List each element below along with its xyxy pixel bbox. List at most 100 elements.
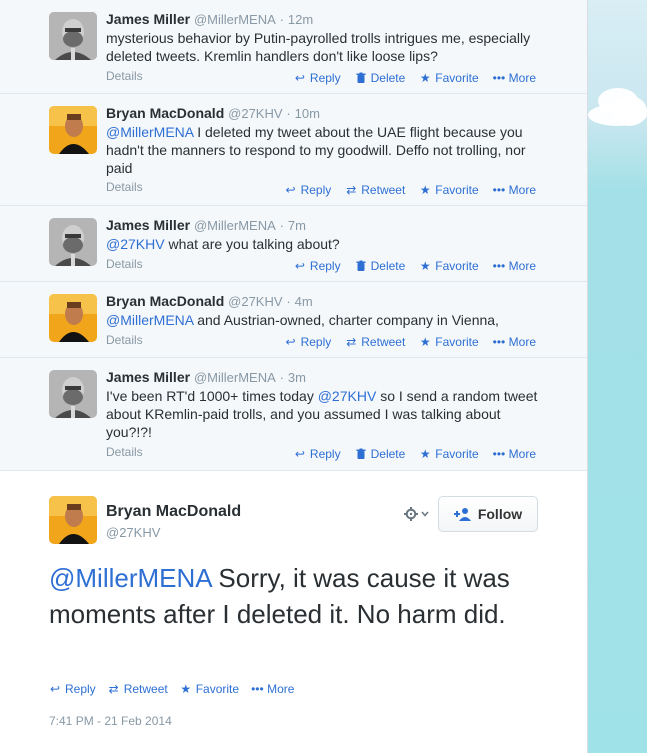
favorite-label: Favorite bbox=[435, 259, 479, 273]
retweet-icon: ⇄ bbox=[346, 335, 357, 349]
reply-tweet[interactable]: Bryan MacDonald @27KHV · 4m @MillerMENA … bbox=[0, 282, 587, 358]
avatar-bryan-macdonald[interactable] bbox=[49, 496, 97, 544]
tweet-actions: ↩ Reply ⇄ Retweet ★ Favorite ••• More bbox=[285, 335, 536, 349]
tweet-time[interactable]: 12m bbox=[288, 12, 313, 27]
author-handle[interactable]: @MillerMENA bbox=[194, 12, 276, 27]
retweet-icon: ⇄ bbox=[108, 682, 119, 696]
reply-icon: ↩ bbox=[285, 183, 296, 197]
author-handle[interactable]: @27KHV bbox=[228, 106, 282, 121]
reply-label: Reply bbox=[309, 259, 341, 273]
mention-link[interactable]: @MillerMENA bbox=[106, 124, 193, 140]
avatar-image bbox=[49, 218, 97, 266]
reply-tweet[interactable]: Bryan MacDonald @27KHV · 10m @MillerMENA… bbox=[0, 94, 587, 206]
reply-label: Reply bbox=[309, 447, 341, 461]
tweet-time[interactable]: 3m bbox=[288, 370, 306, 385]
author-name[interactable]: James Miller bbox=[106, 369, 190, 385]
tweet-time[interactable]: 4m bbox=[295, 294, 313, 309]
retweet-button[interactable]: ⇄ Retweet bbox=[345, 335, 405, 349]
tweet-time[interactable]: 7m bbox=[288, 218, 306, 233]
mention-link[interactable]: @27KHV bbox=[106, 236, 165, 252]
delete-button[interactable]: Delete bbox=[355, 71, 406, 85]
follow-button[interactable]: Follow bbox=[438, 496, 538, 532]
author-name[interactable]: James Miller bbox=[106, 11, 190, 27]
author-handle[interactable]: @MillerMENA bbox=[194, 370, 276, 385]
details-link[interactable]: Details bbox=[106, 257, 143, 271]
reply-button[interactable]: ↩ Reply bbox=[49, 682, 96, 696]
reply-tweet[interactable]: James Miller @MillerMENA · 7m @27KHV wha… bbox=[0, 206, 587, 282]
mention-link[interactable]: @MillerMENA bbox=[106, 312, 193, 328]
star-icon: ★ bbox=[419, 259, 431, 273]
more-label: More bbox=[508, 335, 536, 349]
more-button[interactable]: ••• More bbox=[493, 335, 536, 349]
details-link[interactable]: Details bbox=[106, 445, 143, 459]
more-button[interactable]: ••• More bbox=[493, 183, 536, 197]
more-button[interactable]: ••• More bbox=[493, 447, 536, 461]
avatar-bryan-macdonald[interactable] bbox=[49, 106, 97, 154]
author-handle[interactable]: @27KHV bbox=[228, 294, 282, 309]
reply-tweet[interactable]: James Miller @MillerMENA · 12m mysteriou… bbox=[0, 0, 587, 94]
delete-button[interactable]: Delete bbox=[355, 259, 405, 273]
mention-link[interactable]: @MillerMENA bbox=[49, 563, 211, 593]
retweet-button[interactable]: ⇄ Retweet bbox=[345, 183, 405, 197]
author-name[interactable]: Bryan MacDonald bbox=[106, 503, 241, 521]
details-link[interactable]: Details bbox=[106, 333, 143, 347]
avatar-image bbox=[49, 12, 97, 60]
favorite-label: Favorite bbox=[435, 447, 479, 461]
favorite-button[interactable]: ★ Favorite bbox=[419, 335, 479, 349]
details-link[interactable]: Details bbox=[106, 69, 143, 83]
avatar-image bbox=[49, 294, 97, 342]
reply-button[interactable]: ↩ Reply bbox=[285, 183, 332, 197]
more-label: More bbox=[508, 447, 536, 461]
tweet-actions: ↩ Reply Delete ★ Favorite ••• More bbox=[294, 447, 536, 461]
author-name[interactable]: James Miller bbox=[106, 217, 190, 233]
main-tweet: Bryan MacDonald @27KHV Follow @MillerMEN… bbox=[0, 473, 587, 753]
reply-button[interactable]: ↩ Reply bbox=[285, 335, 332, 349]
delete-label: Delete bbox=[370, 71, 406, 85]
star-icon: ★ bbox=[419, 335, 431, 349]
reply-label: Reply bbox=[65, 682, 96, 696]
more-dots-icon: ••• bbox=[492, 335, 506, 349]
avatar-james-miller[interactable] bbox=[49, 12, 97, 60]
more-button[interactable]: ••• More bbox=[493, 71, 536, 85]
reply-icon: ↩ bbox=[285, 335, 296, 349]
chevron-down-icon bbox=[421, 511, 429, 517]
favorite-button[interactable]: ★ Favorite bbox=[419, 259, 479, 273]
add-user-icon bbox=[453, 508, 471, 521]
more-button[interactable]: ••• More bbox=[251, 682, 294, 696]
author-handle[interactable]: @27KHV bbox=[106, 525, 160, 540]
user-actions-dropdown[interactable] bbox=[404, 505, 434, 523]
avatar-james-miller[interactable] bbox=[49, 218, 97, 266]
more-dots-icon: ••• bbox=[492, 259, 506, 273]
tweet-detail-panel: James Miller @MillerMENA · 12m mysteriou… bbox=[0, 0, 588, 753]
tweet-timestamp[interactable]: 7:41 PM - 21 Feb 2014 bbox=[49, 714, 172, 728]
more-button[interactable]: ••• More bbox=[493, 259, 536, 273]
retweet-label: Retweet bbox=[361, 335, 406, 349]
reply-button[interactable]: ↩ Reply bbox=[294, 447, 341, 461]
favorite-button[interactable]: ★ Favorite bbox=[180, 682, 239, 696]
avatar-bryan-macdonald[interactable] bbox=[49, 294, 97, 342]
avatar-james-miller[interactable] bbox=[49, 370, 97, 418]
favorite-button[interactable]: ★ Favorite bbox=[419, 71, 479, 85]
author-name[interactable]: Bryan MacDonald bbox=[106, 293, 224, 309]
details-link[interactable]: Details bbox=[106, 180, 143, 194]
tweet-time[interactable]: 10m bbox=[295, 106, 320, 121]
more-label: More bbox=[267, 682, 295, 696]
cloud-decoration bbox=[588, 104, 647, 126]
mention-link[interactable]: @27KHV bbox=[318, 388, 377, 404]
star-icon: ★ bbox=[419, 71, 431, 85]
favorite-label: Favorite bbox=[435, 335, 479, 349]
reply-tweet[interactable]: James Miller @MillerMENA · 3m I've been … bbox=[0, 358, 587, 471]
separator-dot: · bbox=[279, 12, 284, 27]
author-name[interactable]: Bryan MacDonald bbox=[106, 105, 224, 121]
reply-button[interactable]: ↩ Reply bbox=[294, 71, 341, 85]
retweet-button[interactable]: ⇄ Retweet bbox=[108, 682, 168, 696]
reply-label: Reply bbox=[309, 71, 341, 85]
reply-button[interactable]: ↩ Reply bbox=[294, 259, 341, 273]
author-handle[interactable]: @MillerMENA bbox=[194, 218, 276, 233]
favorite-button[interactable]: ★ Favorite bbox=[419, 183, 479, 197]
favorite-button[interactable]: ★ Favorite bbox=[419, 447, 479, 461]
tweet-text: @27KHV what are you talking about? bbox=[106, 235, 546, 253]
tweet-actions: ↩ Reply ⇄ Retweet ★ Favorite ••• More bbox=[285, 183, 536, 197]
tweet-text-content: and Austrian-owned, charter company in V… bbox=[197, 312, 499, 328]
delete-button[interactable]: Delete bbox=[355, 447, 405, 461]
